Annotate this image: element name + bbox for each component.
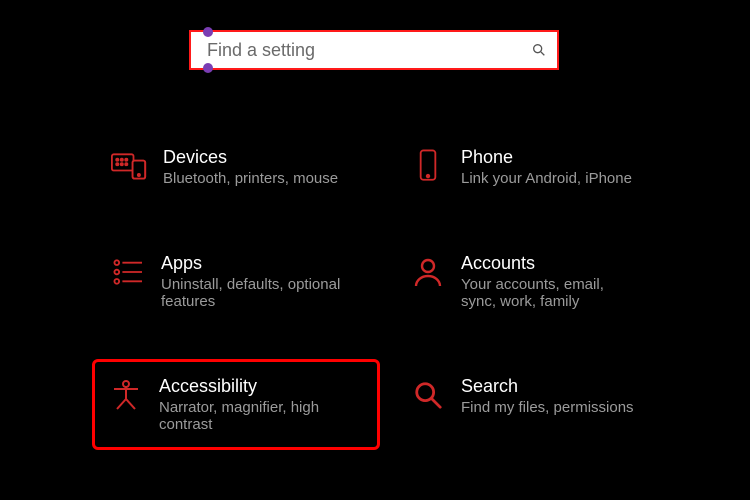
tile-subtitle: Bluetooth, printers, mouse	[163, 170, 338, 187]
tile-accounts[interactable]: Accounts Your accounts, email, sync, wor…	[400, 244, 680, 319]
settings-search-box[interactable]	[189, 30, 559, 70]
devices-icon	[111, 149, 147, 183]
tile-title: Phone	[461, 147, 632, 168]
tile-title: Accounts	[461, 253, 641, 274]
tile-subtitle: Your accounts, email, sync, work, family	[461, 276, 641, 311]
apps-icon	[111, 255, 145, 289]
tile-accessibility[interactable]: Accessibility Narrator, magnifier, high …	[92, 359, 380, 450]
tile-phone[interactable]: Phone Link your Android, iPhone	[400, 138, 680, 196]
tile-subtitle: Narrator, magnifier, high contrast	[159, 399, 339, 434]
tile-subtitle: Uninstall, defaults, optional features	[161, 276, 341, 311]
accessibility-icon	[109, 378, 143, 412]
tile-subtitle: Find my files, permissions	[461, 399, 634, 416]
tile-search[interactable]: Search Find my files, permissions	[400, 367, 680, 450]
tile-title: Apps	[161, 253, 341, 274]
tile-subtitle: Link your Android, iPhone	[461, 170, 632, 187]
accounts-icon	[411, 255, 445, 289]
tile-devices[interactable]: Devices Bluetooth, printers, mouse	[100, 138, 380, 196]
search-icon	[531, 42, 547, 58]
settings-tiles-grid: Devices Bluetooth, printers, mouse Phone…	[100, 138, 680, 450]
tile-apps[interactable]: Apps Uninstall, defaults, optional featu…	[100, 244, 380, 319]
tile-title: Search	[461, 376, 634, 397]
phone-icon	[411, 149, 445, 183]
tile-title: Devices	[163, 147, 338, 168]
selection-handle-bottom	[203, 63, 213, 73]
tile-title: Accessibility	[159, 376, 339, 397]
search-icon	[411, 378, 445, 412]
search-input[interactable]	[205, 39, 525, 62]
selection-handle-top	[203, 27, 213, 37]
